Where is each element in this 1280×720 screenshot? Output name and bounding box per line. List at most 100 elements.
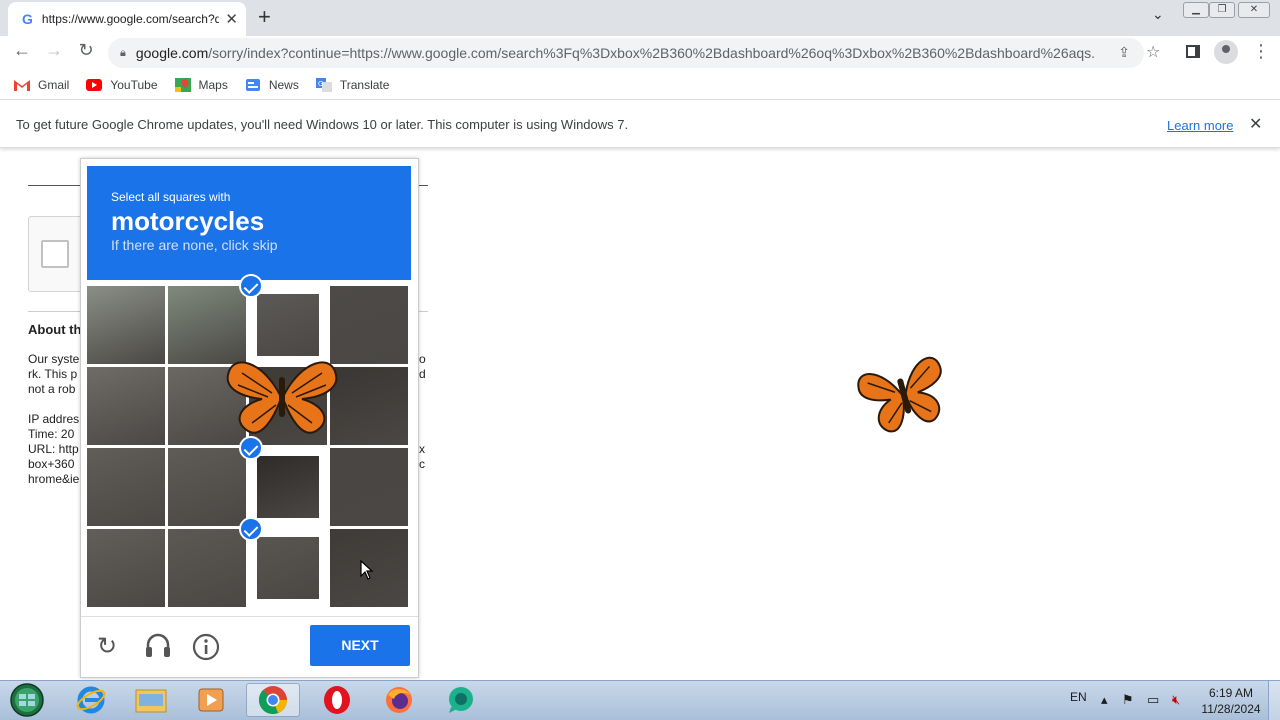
bookmark-maps[interactable]: Maps <box>174 77 228 92</box>
butterfly-decoration-image <box>857 356 942 433</box>
restore-button[interactable]: ❐ <box>1209 2 1235 18</box>
minimize-button[interactable]: ▁ <box>1183 2 1209 18</box>
url-text[interactable]: google.com/sorry/index?continue=https://… <box>136 45 1096 61</box>
captcha-tile[interactable] <box>257 456 319 518</box>
new-tab-button[interactable]: + <box>258 4 271 30</box>
bookmark-star-icon[interactable]: ☆ <box>1146 42 1160 62</box>
next-button[interactable]: NEXT <box>310 625 410 666</box>
side-panel-icon[interactable] <box>1186 45 1200 58</box>
menu-kebab-icon[interactable]: ⋮ <box>1252 41 1270 62</box>
language-indicator[interactable]: EN <box>1070 690 1087 704</box>
bookmarks-bar: Gmail YouTube Maps News G Translate <box>0 70 1280 100</box>
captcha-hint: If there are none, click skip <box>111 237 278 253</box>
youtube-icon <box>86 78 103 91</box>
captcha-footer-divider <box>81 616 418 617</box>
audio-challenge-icon[interactable] <box>144 633 172 659</box>
captcha-tile[interactable] <box>87 448 165 526</box>
reload-icon[interactable]: ↻ <box>74 40 98 61</box>
captcha-tile[interactable] <box>87 367 165 445</box>
show-hidden-icons-icon[interactable]: ▴ <box>1101 692 1108 708</box>
tab-search-icon[interactable]: ⌄ <box>1152 6 1164 23</box>
close-infobar-icon[interactable]: ✕ <box>1249 114 1262 134</box>
bookmark-label: News <box>268 77 299 92</box>
text-line: d <box>419 367 426 381</box>
text-line: Our syste <box>28 352 80 366</box>
browser-tab[interactable]: G https://www.google.com/search?q ✕ <box>8 2 246 36</box>
text-line: IP addres <box>28 412 80 426</box>
url-path: /sorry/index?continue=https://www.google… <box>208 45 1096 61</box>
app-bubble-icon <box>449 687 473 713</box>
butterfly-overlay-image <box>226 361 338 434</box>
clock-time: 6:19 AM <box>1208 686 1254 700</box>
taskbar-app[interactable] <box>434 683 488 717</box>
page-details: IP addres Time: 20 URL: http box+360 hro… <box>28 412 79 487</box>
bookmark-gmail[interactable]: Gmail <box>14 78 69 92</box>
captcha-tile[interactable] <box>257 537 319 599</box>
recaptcha-checkbox[interactable] <box>41 240 69 268</box>
reload-challenge-icon[interactable]: ↻ <box>97 632 117 661</box>
page-paragraph-right: o d <box>419 352 426 382</box>
start-button-icon[interactable] <box>8 682 46 718</box>
info-message: To get future Google Chrome updates, you… <box>16 117 629 132</box>
show-desktop-button[interactable] <box>1268 681 1280 720</box>
taskbar-firefox[interactable] <box>372 683 426 717</box>
bookmark-label: Maps <box>198 77 228 92</box>
tile-selected-check-icon <box>239 274 263 298</box>
taskbar-opera[interactable] <box>310 683 364 717</box>
bookmark-label: Gmail <box>38 77 70 92</box>
media-player-icon <box>198 688 224 712</box>
text-line: not a rob <box>28 382 76 396</box>
text-line: rk. This p <box>28 367 78 381</box>
captcha-tile[interactable] <box>168 448 246 526</box>
clock-date: 11/28/2024 <box>1201 702 1261 716</box>
taskbar-media-player[interactable] <box>184 683 238 717</box>
lock-icon[interactable]: 🔒︎ <box>120 47 126 60</box>
forward-arrow-icon[interactable]: → <box>42 40 66 61</box>
profile-avatar-icon[interactable] <box>1214 40 1238 64</box>
volume-muted-icon[interactable]: 🔇︎ <box>1172 692 1180 708</box>
text-line: URL: http <box>28 442 79 456</box>
captcha-tile[interactable] <box>87 529 165 607</box>
address-bar[interactable]: 🔒︎ google.com/sorry/index?continue=https… <box>108 38 1144 68</box>
internet-explorer-icon <box>76 686 106 714</box>
taskbar-ie[interactable] <box>64 683 118 717</box>
bookmark-translate[interactable]: G Translate <box>315 77 389 92</box>
text-line: box+360 <box>28 457 75 471</box>
taskbar-explorer[interactable] <box>124 683 178 717</box>
captcha-tile[interactable] <box>168 286 246 364</box>
share-icon[interactable]: ⇪ <box>1118 44 1130 61</box>
about-heading: About th <box>28 322 82 337</box>
url-host: google.com <box>135 45 209 61</box>
opera-icon <box>324 686 350 714</box>
network-icon[interactable]: ▭ <box>1147 692 1159 708</box>
learn-more-link[interactable]: Learn more <box>1167 118 1233 133</box>
captcha-instruction: Select all squares with <box>111 190 231 204</box>
taskbar-chrome[interactable] <box>246 683 300 717</box>
maps-icon <box>174 77 191 92</box>
captcha-tile[interactable] <box>330 286 408 364</box>
gmail-icon <box>14 79 30 91</box>
back-arrow-icon[interactable]: ← <box>10 40 34 61</box>
system-clock[interactable]: 6:19 AM 11/28/2024 <box>1196 685 1266 717</box>
page-paragraph: Our syste rk. This p not a rob <box>28 352 79 397</box>
text-line: o <box>419 352 426 366</box>
page-details-right: x c <box>419 442 425 472</box>
captcha-tile[interactable] <box>330 448 408 526</box>
mouse-cursor-icon <box>360 560 374 580</box>
bookmark-youtube[interactable]: YouTube <box>86 78 158 92</box>
close-window-button[interactable]: ✕ <box>1238 2 1270 18</box>
firefox-icon <box>386 687 412 713</box>
text-line: Time: 20 <box>28 427 75 441</box>
update-info-bar: To get future Google Chrome updates, you… <box>0 102 1280 148</box>
chrome-icon <box>258 686 287 715</box>
action-center-flag-icon[interactable]: ⚑ <box>1122 692 1134 708</box>
info-icon[interactable] <box>192 633 220 661</box>
tab-title: https://www.google.com/search?q <box>41 12 220 26</box>
captcha-tile[interactable] <box>257 294 319 356</box>
captcha-tile[interactable] <box>168 529 246 607</box>
bookmark-news[interactable]: News <box>245 78 299 92</box>
tile-selected-check-icon <box>239 436 263 460</box>
captcha-tile[interactable] <box>87 286 165 364</box>
close-tab-icon[interactable]: ✕ <box>225 10 238 28</box>
google-favicon-icon: G <box>22 11 33 27</box>
